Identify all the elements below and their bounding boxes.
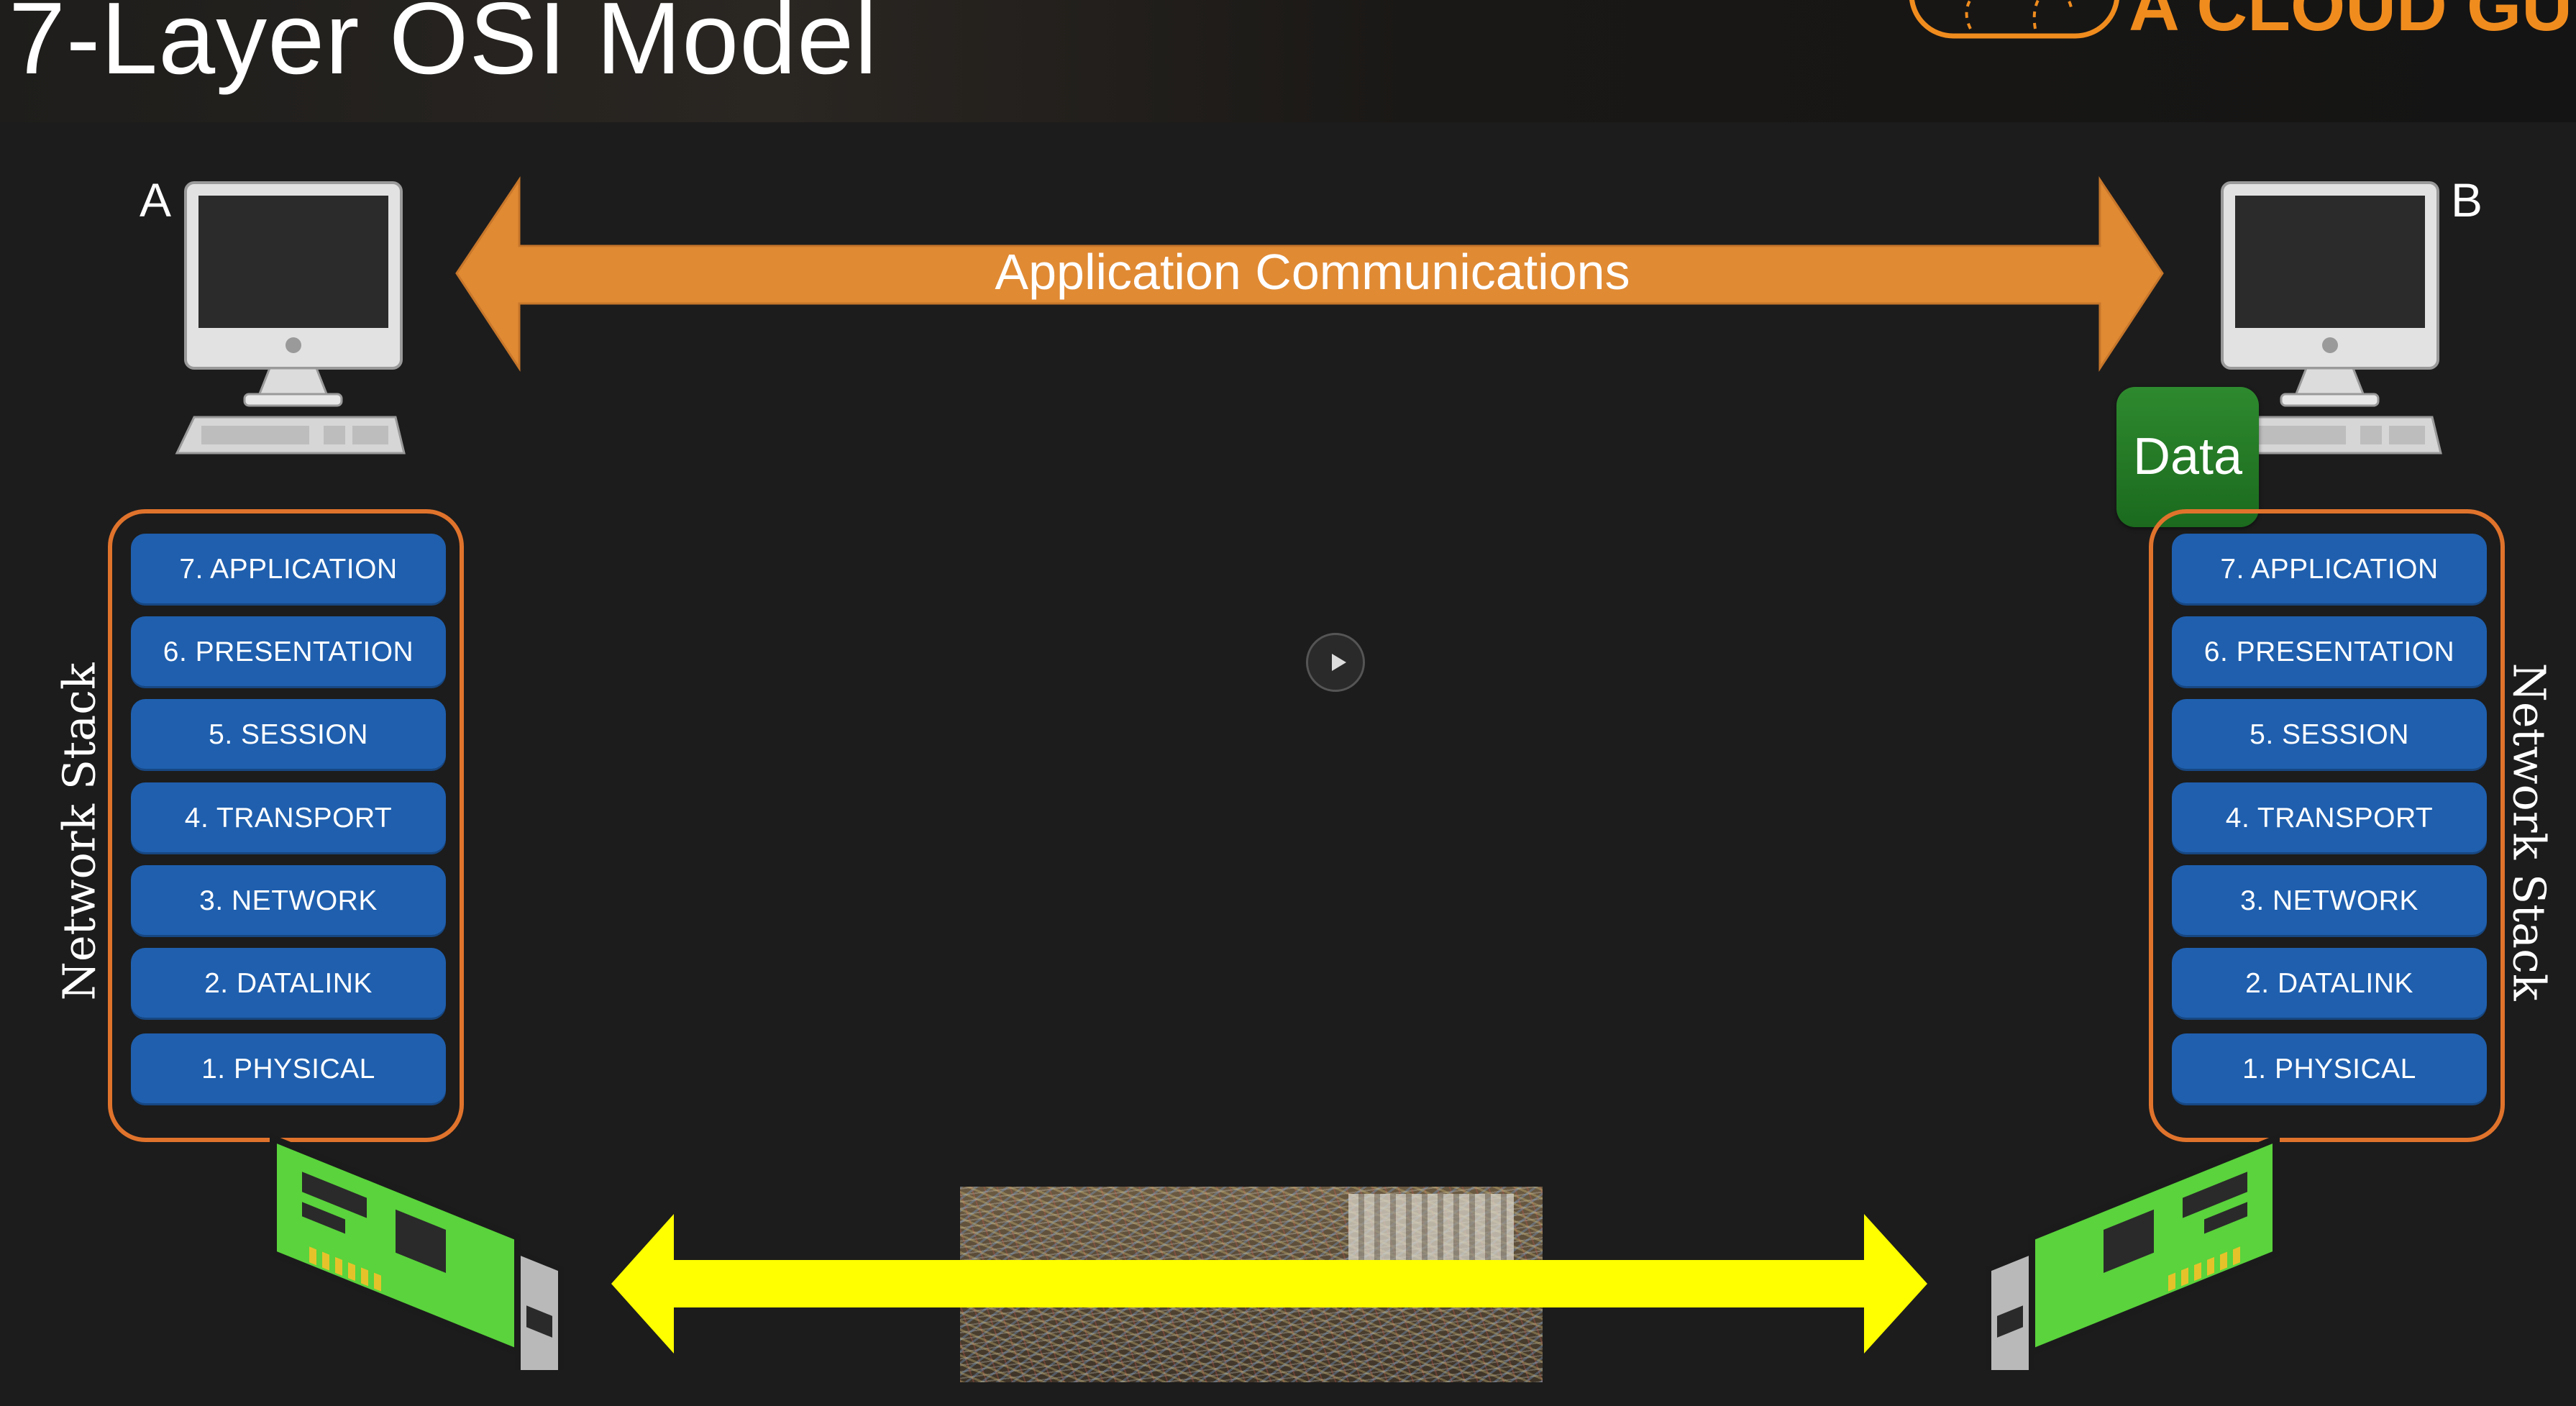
network-card-icon xyxy=(270,1133,564,1370)
network-card-icon xyxy=(1986,1133,2280,1370)
